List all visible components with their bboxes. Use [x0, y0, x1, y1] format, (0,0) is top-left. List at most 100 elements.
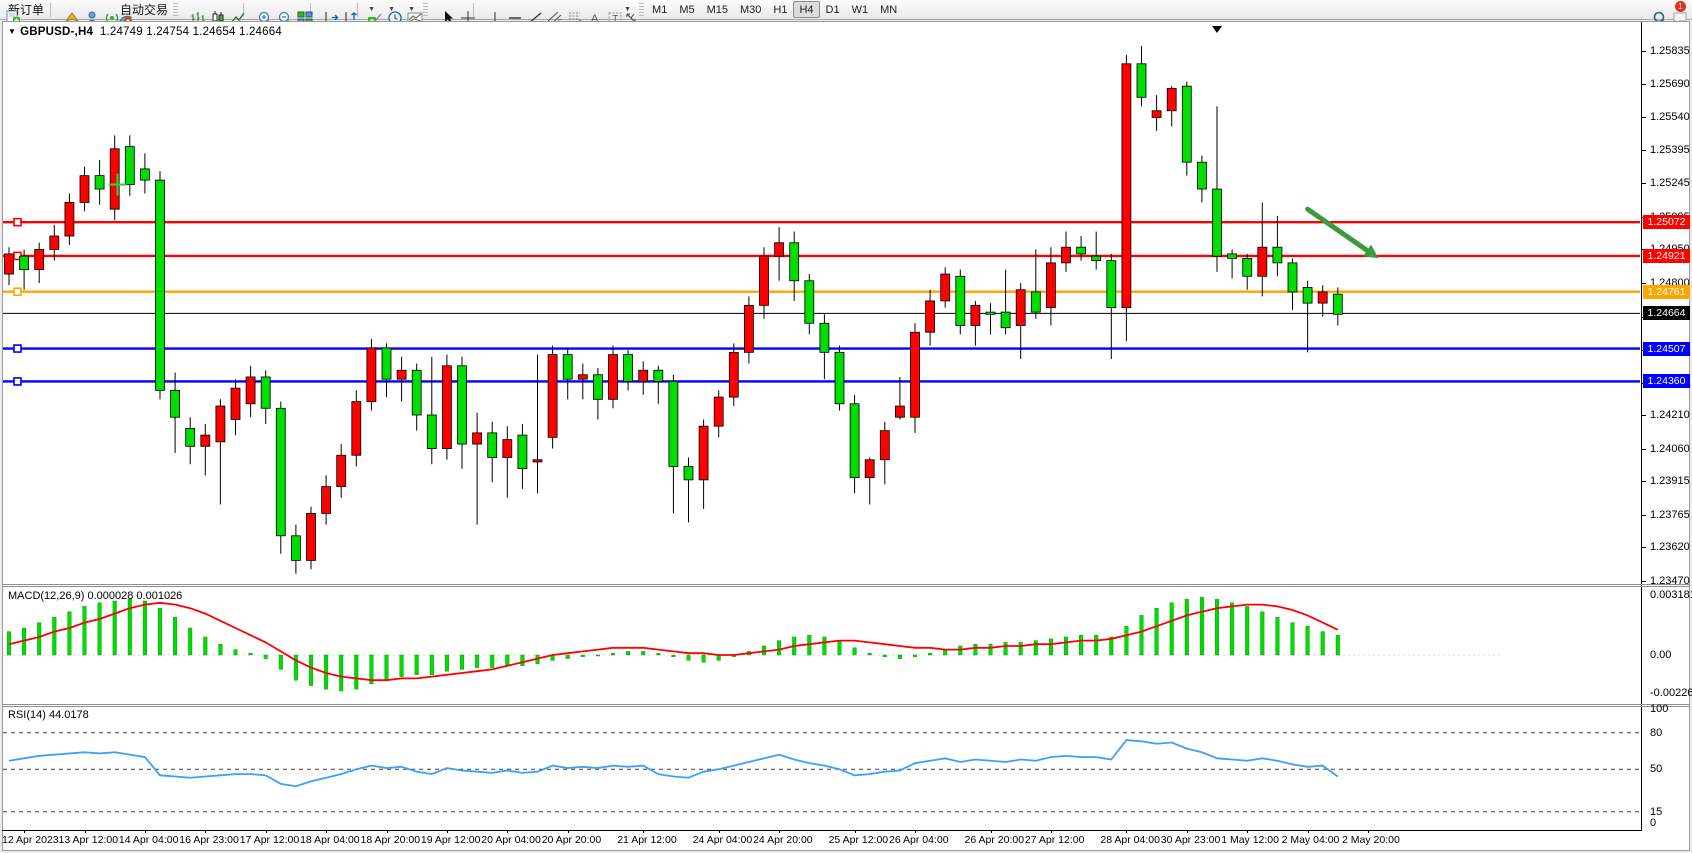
time-label: 2 May 20:00: [1342, 834, 1400, 846]
candle-up: [216, 406, 225, 442]
time-label: 12 Apr 2023: [2, 834, 59, 846]
candle-down: [382, 348, 391, 379]
zoom-in-button[interactable]: [247, 1, 267, 19]
macd-histogram-bar: [249, 653, 253, 655]
macd-histogram-bar: [913, 655, 917, 657]
autotrading-button[interactable]: 自动交易: [114, 1, 171, 19]
periods-button[interactable]: ▼: [381, 1, 401, 19]
macd-histogram-bar: [521, 655, 525, 666]
line-handle[interactable]: [14, 219, 21, 226]
chart-shift-marker[interactable]: [1212, 26, 1222, 33]
time-tick: [145, 830, 146, 833]
macd-histogram-bar: [853, 648, 857, 655]
candle-down: [684, 466, 693, 479]
panel-splitter[interactable]: [2, 704, 1690, 705]
symbol-info[interactable]: ▼GBPUSD-,H4 1.24749 1.24754 1.24654 1.24…: [8, 26, 282, 38]
price-chart-panel[interactable]: [3, 22, 1641, 583]
price-tick: [1641, 515, 1646, 516]
line-handle[interactable]: [14, 378, 21, 385]
timeframe-button-d1[interactable]: D1: [820, 1, 846, 18]
time-tick: [719, 830, 720, 833]
time-tick: [1368, 830, 1369, 833]
candle-down: [805, 281, 814, 324]
time-label: 20 Apr 20:00: [542, 834, 602, 846]
candle-up: [1062, 247, 1071, 263]
timeframe-button-h4[interactable]: H4: [793, 1, 819, 18]
price-tick-label: 1.25690: [1650, 78, 1690, 90]
line-handle[interactable]: [14, 345, 21, 352]
candle-up: [50, 236, 59, 249]
candle-down: [261, 377, 270, 408]
candle-up: [744, 305, 753, 352]
macd-histogram-bar: [400, 655, 404, 677]
timeframe-button-m30[interactable]: M30: [734, 1, 767, 18]
line-handle[interactable]: [14, 288, 21, 295]
timeframe-button-mn[interactable]: MN: [874, 1, 903, 18]
macd-histogram-bar: [143, 601, 147, 655]
macd-histogram-bar: [490, 655, 494, 668]
auto-scroll-button[interactable]: [314, 1, 334, 19]
macd-histogram-bar: [98, 603, 102, 655]
price-line-label: 1.24761: [1643, 285, 1690, 299]
rsi-panel: [3, 707, 1641, 830]
price-line-label: 1.24664: [1643, 306, 1690, 320]
macd-histogram-bar: [1019, 642, 1023, 655]
candle-down: [171, 390, 180, 417]
candle-up: [1122, 64, 1131, 308]
macd-histogram-bar: [1064, 637, 1068, 655]
time-tick: [507, 830, 508, 833]
macd-scale-label: -0.00226: [1650, 687, 1692, 699]
timeframe-button-m5[interactable]: M5: [673, 1, 700, 18]
candle-down: [624, 355, 633, 382]
timeframe-toolbar: M1M5M15M30H1H4D1W1MN: [646, 1, 903, 18]
macd-histogram-bar: [1004, 642, 1008, 655]
templates-button[interactable]: ▼: [401, 1, 421, 19]
cursor-tool-button[interactable]: [430, 1, 450, 19]
candle-down: [1077, 247, 1086, 254]
rsi-line: [9, 740, 1338, 786]
trend-arrow[interactable]: [1308, 209, 1372, 254]
main-toolbar: 新订单 自动交易: [0, 0, 1692, 20]
bar-chart-button[interactable]: [180, 1, 200, 19]
new-order-button[interactable]: 新订单: [2, 1, 47, 19]
vertical-line-tool-button[interactable]: [477, 1, 497, 19]
candle-down: [1228, 254, 1237, 258]
macd-histogram-bar: [83, 606, 87, 655]
price-tick: [1641, 581, 1646, 582]
metaeditor-button[interactable]: [54, 1, 74, 19]
timeframe-button-w1[interactable]: W1: [846, 1, 875, 18]
timeframe-button-h1[interactable]: H1: [767, 1, 793, 18]
candle-down: [850, 404, 859, 478]
price-tick: [1641, 481, 1646, 482]
price-tick-label: 1.23765: [1650, 509, 1690, 521]
candle-up: [201, 435, 210, 446]
indicators-button[interactable]: ▼: [361, 1, 381, 19]
macd-histogram-bar: [37, 623, 41, 655]
candle-up: [80, 176, 89, 203]
macd-histogram-bar: [460, 655, 464, 669]
toolbar-grip[interactable]: [639, 3, 644, 17]
time-label: 21 Apr 12:00: [617, 834, 677, 846]
candle-down: [427, 415, 436, 449]
macd-histogram-bar: [1336, 635, 1340, 655]
toolbar-grip[interactable]: [173, 3, 178, 17]
time-axis-line: [2, 830, 1642, 831]
macd-histogram-bar: [1034, 641, 1038, 655]
search-button[interactable]: [1642, 1, 1662, 19]
time-tick: [266, 830, 267, 833]
macd-histogram-bar: [1245, 606, 1249, 655]
notifications-button[interactable]: 1: [1662, 1, 1682, 19]
candle-up: [246, 377, 255, 404]
macd-histogram-bar: [596, 655, 600, 656]
macd-histogram-bar: [1185, 599, 1189, 655]
timeframe-button-m1[interactable]: M1: [646, 1, 673, 18]
toolbar-grip[interactable]: [423, 3, 428, 17]
macd-histogram-bar: [1276, 617, 1280, 655]
candle-up: [1016, 290, 1025, 326]
price-tick: [1641, 547, 1646, 548]
price-line-label: 1.25072: [1643, 215, 1690, 229]
candle-up: [699, 426, 708, 480]
timeframe-button-m15[interactable]: M15: [701, 1, 734, 18]
macd-panel[interactable]: [3, 587, 1641, 703]
panel-splitter[interactable]: [2, 584, 1690, 585]
